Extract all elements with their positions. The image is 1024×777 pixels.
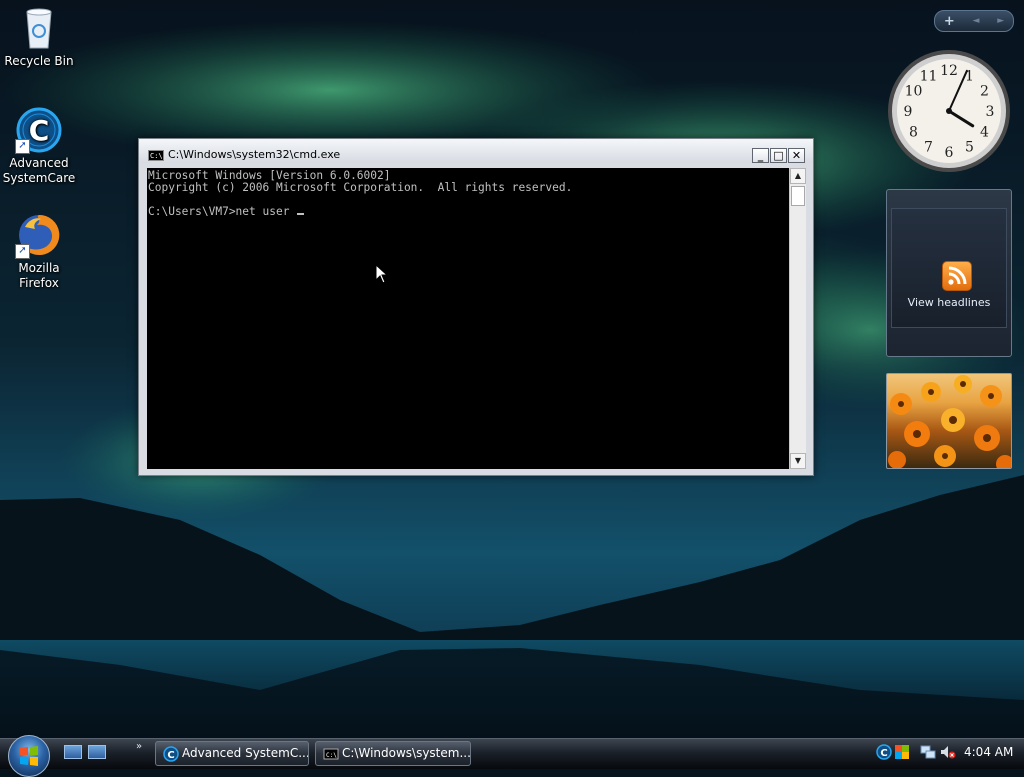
scroll-down-button[interactable]: ▼ [790,453,806,469]
switch-windows-icon[interactable] [88,745,106,759]
clock-numeral: 11 [920,69,938,85]
clock-numeral: 8 [909,125,918,141]
cmd-app-icon[interactable]: C:\ [148,150,164,161]
clock-numeral: 5 [965,140,974,156]
clock-numeral: 4 [980,125,989,141]
clock-numeral: 7 [924,140,933,156]
vertical-scrollbar[interactable]: ▲ ▼ [789,168,806,469]
clock-gadget[interactable]: 12 1 2 3 4 5 6 7 8 9 10 11 [886,48,1012,174]
show-desktop-icon[interactable] [64,745,82,759]
cmd-title-bar[interactable]: C:\ C:\Windows\system32\cmd.exe _ □ ✕ [139,139,813,163]
console-line: Copyright (c) 2006 Microsoft Corporation… [148,181,573,194]
advanced-systemcare-icon: C [163,746,179,762]
slideshow-gadget[interactable] [886,373,1012,469]
desktop-icon-advanced-systemcare[interactable]: C ➚ Advanced SystemCare [1,106,77,186]
clock-numeral: 2 [980,84,989,100]
svg-text:C: C [167,750,174,761]
clock-numeral: 12 [940,63,958,79]
shortcut-arrow-icon: ➚ [15,244,30,259]
taskbar-clock[interactable]: 4:04 AM [964,745,1013,759]
feed-panel: View headlines [891,208,1007,328]
desktop-icon-label: Recycle Bin [4,54,74,68]
clock-numeral: 6 [945,145,954,161]
text-cursor [297,213,305,215]
taskbar-button-advanced-systemcare[interactable]: C Advanced SystemC... [155,741,309,766]
quick-launch-more-button[interactable]: » [136,741,142,752]
rss-icon [942,261,972,291]
console-output[interactable]: Microsoft Windows [Version 6.0.6002] Copy… [147,168,789,469]
advanced-systemcare-tray-icon[interactable]: C [876,744,892,760]
desktop-icon-recycle-bin[interactable]: Recycle Bin [1,4,77,69]
gadget-toolbar: + ◄ ► [934,10,1014,32]
previous-page-button[interactable]: ◄ [973,16,980,26]
console-prompt: C:\Users\VM7>net user [148,205,297,218]
taskbar-button-cmd[interactable]: C:\ C:\Windows\system... [315,741,471,766]
scroll-up-button[interactable]: ▲ [790,168,806,184]
taskbar-button-label: C:\Windows\system... [342,746,471,760]
feed-headlines-gadget[interactable]: View headlines [886,189,1012,357]
desktop-icon-label: Advanced SystemCare [2,156,76,185]
recycle-bin-icon [15,4,63,52]
minimize-button[interactable]: _ [752,148,769,163]
svg-text:C: C [880,748,887,759]
system-tray: C 4:04 AM [868,739,1024,768]
cmd-window-title: C:\Windows\system32\cmd.exe [168,148,341,161]
cmd-window[interactable]: C:\ C:\Windows\system32\cmd.exe _ □ ✕ Mi… [138,138,814,476]
desktop-icon-label: Mozilla Firefox [18,261,60,290]
volume-muted-icon[interactable] [940,744,956,760]
firefox-icon: ➚ [15,211,63,259]
svg-text:C: C [29,114,50,147]
start-button[interactable] [8,735,50,777]
svg-text:C:\: C:\ [326,752,337,759]
shortcut-arrow-icon: ➚ [15,139,30,154]
security-center-icon[interactable] [894,744,910,760]
close-button[interactable]: ✕ [788,148,805,163]
view-headlines-label[interactable]: View headlines [892,296,1006,309]
advanced-systemcare-icon: C ➚ [15,106,63,154]
mouse-pointer-icon [375,264,389,284]
clock-numeral: 10 [905,84,923,100]
clock-numeral: 9 [904,104,913,120]
next-page-button[interactable]: ► [997,16,1004,26]
clock-numeral: 3 [986,104,995,120]
taskbar-button-label: Advanced SystemC... [182,746,309,760]
flowers-photo-image [888,375,1011,468]
network-icon[interactable] [920,744,936,760]
maximize-button[interactable]: □ [770,148,787,163]
windows-logo-icon [20,746,38,766]
cmd-icon: C:\ [323,748,339,760]
scroll-thumb[interactable] [791,186,805,206]
add-gadget-button[interactable]: + [944,14,955,29]
desktop-icon-mozilla-firefox[interactable]: ➚ Mozilla Firefox [1,211,77,291]
console-prompt-line[interactable]: C:\Users\VM7>net user [148,206,789,218]
